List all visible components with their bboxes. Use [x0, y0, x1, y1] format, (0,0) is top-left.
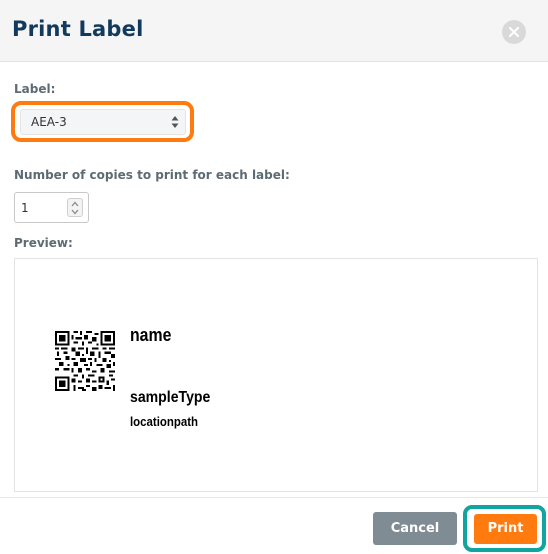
copies-stepper[interactable] — [67, 198, 83, 217]
label-preview: name sampleType locationpath — [14, 258, 538, 492]
close-button[interactable] — [502, 20, 526, 44]
sort-arrows-icon — [171, 116, 179, 128]
copies-field-label: Number of copies to print for each label… — [14, 168, 290, 182]
preview-location-path-text: locationpath — [130, 414, 199, 429]
qr-code-icon — [55, 331, 115, 391]
dialog-title: Print Label — [12, 17, 144, 41]
chevron-down-icon[interactable] — [71, 209, 79, 215]
print-button[interactable]: Print — [474, 514, 537, 544]
preview-name-text: name — [130, 325, 172, 345]
dialog-header: Print Label — [0, 0, 548, 62]
copies-input[interactable]: 1 — [14, 192, 89, 223]
label-select[interactable]: AEA-3 — [20, 109, 186, 135]
chevron-up-icon[interactable] — [71, 201, 79, 207]
footer-divider — [0, 497, 548, 498]
preview-sample-type-text: sampleType — [130, 389, 211, 406]
copies-input-value: 1 — [21, 201, 29, 215]
close-icon — [508, 26, 520, 38]
cancel-button[interactable]: Cancel — [373, 512, 457, 545]
label-select-value: AEA-3 — [31, 115, 67, 129]
preview-label: Preview: — [14, 236, 73, 250]
label-field-label: Label: — [14, 82, 56, 96]
